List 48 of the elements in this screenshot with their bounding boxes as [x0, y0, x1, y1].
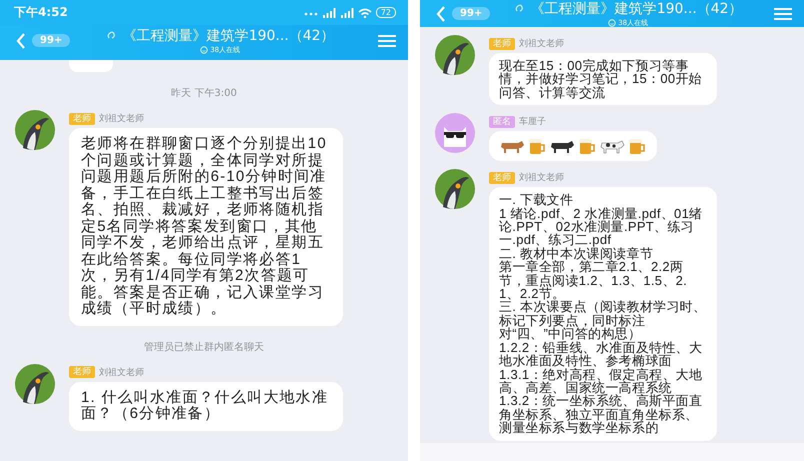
message-bubble: 1. 什么叫水准面？什么叫大地水准面？（6分钟准备）	[69, 382, 343, 430]
battery-indicator: 72	[376, 7, 396, 18]
signal-icon	[322, 8, 336, 18]
smiley-icon	[200, 46, 208, 54]
role-badge: 老师	[69, 112, 95, 124]
status-time: 下午4:52	[14, 4, 68, 21]
role-badge: 老师	[489, 38, 515, 50]
penguin-avatar[interactable]	[15, 364, 55, 404]
unread-badge[interactable]: 99+	[32, 34, 70, 47]
sender-name: 刘祖文老师	[99, 366, 144, 378]
menu-icon[interactable]	[378, 34, 396, 48]
message-paragraph: 1.3.2：统一坐标系统、高斯平面直角坐标系、独立平面直角坐标系、测量坐标系与数学坐标系的	[499, 394, 704, 435]
message-paragraph: 1.2.2：铅垂线、水准面及特性、大地水准面及特性、参考椭球面	[499, 340, 704, 368]
penguin-avatar[interactable]	[15, 110, 55, 150]
role-badge: 匿名	[489, 116, 515, 128]
swirl-icon	[514, 3, 525, 14]
message-bubble: 现在至15：00完成如下预习等事情，并做好学习笔记，15：00开始问答、计算等交流	[489, 53, 717, 106]
role-badge: 老师	[489, 172, 515, 184]
system-notice: 管理员已禁止群内匿名聊天	[144, 340, 264, 354]
message-paragraph: 一. 下载文件	[499, 193, 574, 207]
penguin-avatar[interactable]	[435, 35, 475, 75]
swirl-icon	[106, 30, 117, 41]
sender-name: 车厘子	[519, 116, 546, 128]
chat-title: 《工程测量》建筑学190...（42）	[122, 26, 335, 44]
menu-icon[interactable]	[774, 6, 792, 20]
unread-badge[interactable]: 99+	[452, 7, 490, 20]
sender-name: 刘祖文老师	[519, 172, 564, 184]
sender-name: 刘祖文老师	[99, 112, 144, 125]
signal-icon	[340, 8, 354, 18]
message-bubble	[69, 60, 113, 72]
smiley-icon	[608, 18, 616, 26]
message-paragraph: 三. 本次课要点（阅读教材学习时、标记下列要点，同时标注对“四、”中问答的构思）	[499, 300, 707, 341]
message-paragraph: 1 绪论.pdf、2 水准测量.pdf、01绪论.PPT、02水准测量.PPT、练习一.pdf、练习二.pdf	[499, 206, 704, 247]
beer-mug-icon	[577, 137, 597, 156]
message-paragraph: 1.3.1：绝对高程、假定高程、大地高、高差、国家统一高程系统	[499, 368, 704, 394]
timestamp: 昨天 下午3:00	[171, 87, 237, 100]
wifi-icon	[358, 8, 372, 18]
sender-name: 刘祖文老师	[519, 38, 564, 50]
more-dots-icon	[304, 10, 318, 16]
role-badge: 老师	[69, 366, 95, 378]
message-bubble: 老师将在群聊窗口逐个分别提出10个问题或计算题，全体同学对所提问题用题后所附的6-10分钟时间准备，手工在白纸上工整书写出后签名、拍照、裁减好，老师将随机指定5名同学将答案发到窗口，其他同学不发，老师给出点评，星期五在此给答案。每位同学将必答1次，另有1/4同学有第2次答题可能。答案是否正确，记入课堂学习成绩（平时成绩）。	[69, 128, 343, 326]
chat-title: 《工程测量》建筑学190...（42）	[530, 0, 743, 18]
cat-avatar[interactable]	[435, 113, 475, 154]
beer-mug-icon	[527, 137, 547, 156]
penguin-avatar[interactable]	[435, 169, 475, 210]
message-paragraph: 第一章全部，第二章2.1、2.2两节，重点阅读1.2、1.3、1.5、2.1、2.2节。	[499, 260, 688, 300]
beer-mug-icon	[627, 137, 647, 156]
message-paragraph: 二. 教材中本次课阅读章节	[499, 246, 654, 260]
